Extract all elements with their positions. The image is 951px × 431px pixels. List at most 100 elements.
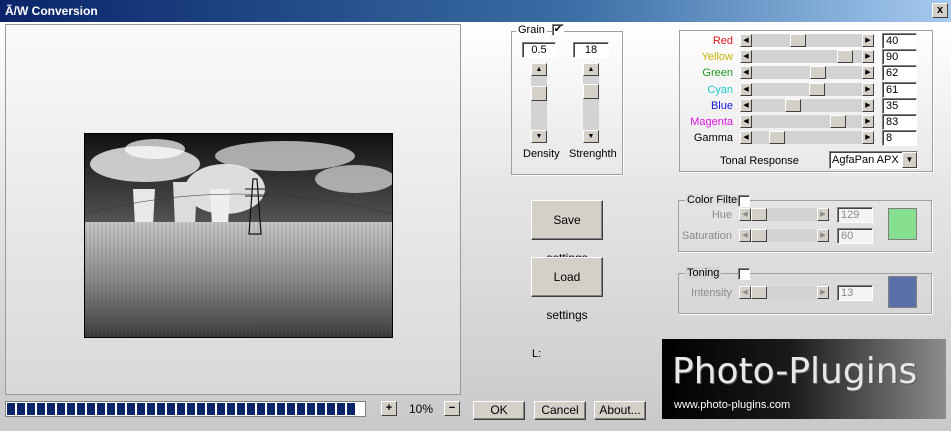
slider-right-arrow-icon[interactable]: ▶ — [817, 286, 829, 299]
hue-value[interactable]: 129 — [837, 207, 873, 223]
channel-value[interactable]: 35 — [882, 97, 917, 114]
slider-thumb[interactable] — [751, 208, 767, 221]
channel-slider[interactable]: ◀ ▶ — [740, 115, 874, 128]
slider-track[interactable] — [752, 98, 862, 112]
slider-thumb[interactable] — [810, 66, 826, 80]
channel-value[interactable]: 83 — [882, 114, 917, 130]
toning-checkbox[interactable] — [738, 268, 750, 280]
color-filter-swatch[interactable] — [888, 208, 917, 240]
saturation-value[interactable]: 60 — [837, 228, 873, 244]
slider-track[interactable] — [752, 34, 862, 47]
channel-slider[interactable]: ◀ ▶ — [740, 50, 874, 64]
slider-track[interactable] — [751, 229, 817, 242]
slider-thumb[interactable] — [785, 98, 801, 112]
slider-right-arrow-icon[interactable]: ▶ — [862, 34, 874, 47]
slider-thumb[interactable] — [751, 286, 767, 299]
saturation-label: Saturation — [681, 230, 732, 242]
slider-left-arrow-icon[interactable]: ◀ — [739, 208, 751, 221]
slider-right-arrow-icon[interactable]: ▶ — [817, 229, 829, 242]
slider-thumb[interactable] — [837, 50, 853, 64]
progress-segment — [57, 403, 65, 415]
slider-thumb[interactable] — [531, 86, 547, 101]
load-settings-button[interactable]: Load settings — [531, 257, 603, 322]
channel-value[interactable]: 8 — [882, 130, 917, 147]
progress-bar — [5, 401, 366, 417]
hue-slider[interactable]: ◀ ▶ — [739, 208, 829, 221]
slider-right-arrow-icon[interactable]: ▶ — [817, 208, 829, 221]
channel-label: Yellow — [701, 51, 733, 64]
intensity-label: Intensity — [691, 287, 732, 299]
saturation-slider[interactable]: ◀ ▶ — [739, 229, 829, 242]
progress-segment — [107, 403, 115, 415]
channel-slider[interactable]: ◀ ▶ — [740, 131, 874, 145]
slider-right-arrow-icon[interactable]: ▶ — [862, 82, 874, 96]
slider-track[interactable] — [752, 82, 862, 96]
save-settings-button[interactable]: Save settings — [531, 200, 603, 265]
channel-value[interactable]: 90 — [882, 49, 917, 66]
channel-slider[interactable]: ◀ ▶ — [740, 66, 874, 80]
tonal-response-select[interactable]: AgfaPan APX ▼ — [829, 151, 918, 169]
progress-segment — [227, 403, 235, 415]
slider-left-arrow-icon[interactable]: ◀ — [740, 98, 752, 112]
progress-segment — [137, 403, 145, 415]
slider-left-arrow-icon[interactable]: ◀ — [740, 66, 752, 80]
slider-track[interactable] — [583, 76, 599, 130]
slider-track[interactable] — [752, 66, 862, 80]
slider-track[interactable] — [752, 131, 862, 145]
zoom-out-button[interactable]: − — [444, 401, 460, 416]
strength-slider[interactable]: ▲ ▼ — [583, 63, 599, 143]
slider-right-arrow-icon[interactable]: ▶ — [862, 131, 874, 145]
channel-slider[interactable]: ◀ ▶ — [740, 82, 874, 96]
slider-track[interactable] — [751, 208, 817, 221]
slider-down-arrow-icon[interactable]: ▼ — [583, 130, 599, 143]
progress-segment — [347, 403, 355, 415]
slider-left-arrow-icon[interactable]: ◀ — [739, 286, 751, 299]
slider-right-arrow-icon[interactable]: ▶ — [862, 115, 874, 128]
slider-thumb[interactable] — [583, 84, 599, 99]
about-button[interactable]: About... — [594, 401, 646, 420]
progress-segment — [267, 403, 275, 415]
strength-value[interactable]: 18 — [573, 42, 609, 58]
channel-value[interactable]: 62 — [882, 65, 917, 82]
close-button[interactable]: x — [932, 3, 948, 18]
intensity-value[interactable]: 13 — [837, 285, 873, 301]
color-filter-checkbox[interactable] — [738, 195, 750, 207]
channel-value[interactable]: 40 — [882, 33, 917, 49]
slider-down-arrow-icon[interactable]: ▼ — [531, 130, 547, 143]
slider-thumb[interactable] — [830, 115, 846, 128]
slider-left-arrow-icon[interactable]: ◀ — [740, 131, 752, 145]
zoom-in-button[interactable]: + — [381, 401, 397, 416]
slider-left-arrow-icon[interactable]: ◀ — [739, 229, 751, 242]
slider-track[interactable] — [752, 115, 862, 128]
density-value[interactable]: 0.5 — [522, 42, 556, 58]
slider-left-arrow-icon[interactable]: ◀ — [740, 82, 752, 96]
slider-left-arrow-icon[interactable]: ◀ — [740, 34, 752, 47]
slider-thumb[interactable] — [809, 82, 825, 96]
cancel-button[interactable]: Cancel — [534, 401, 586, 420]
slider-left-arrow-icon[interactable]: ◀ — [740, 115, 752, 128]
slider-track[interactable] — [531, 76, 547, 130]
slider-right-arrow-icon[interactable]: ▶ — [862, 50, 874, 64]
slider-track[interactable] — [751, 286, 817, 299]
channel-slider[interactable]: ◀ ▶ — [740, 34, 874, 47]
slider-right-arrow-icon[interactable]: ▶ — [862, 98, 874, 112]
progress-segment — [327, 403, 335, 415]
dropdown-arrow-icon[interactable]: ▼ — [902, 152, 917, 168]
slider-thumb[interactable] — [769, 131, 785, 145]
slider-left-arrow-icon[interactable]: ◀ — [740, 50, 752, 64]
grain-checkbox[interactable]: ✔ — [552, 24, 564, 36]
slider-thumb[interactable] — [751, 229, 767, 242]
slider-track[interactable] — [752, 50, 862, 64]
channel-slider[interactable]: ◀ ▶ — [740, 98, 874, 112]
slider-up-arrow-icon[interactable]: ▲ — [531, 63, 547, 76]
slider-right-arrow-icon[interactable]: ▶ — [862, 66, 874, 80]
intensity-slider[interactable]: ◀ ▶ — [739, 286, 829, 299]
density-slider[interactable]: ▲ ▼ — [531, 63, 547, 143]
slider-up-arrow-icon[interactable]: ▲ — [583, 63, 599, 76]
channel-value[interactable]: 61 — [882, 81, 917, 98]
slider-thumb[interactable] — [790, 34, 806, 47]
preview-panel — [5, 24, 461, 395]
toning-swatch[interactable] — [888, 276, 917, 308]
ok-button[interactable]: OK — [473, 401, 525, 420]
progress-segment — [7, 403, 15, 415]
